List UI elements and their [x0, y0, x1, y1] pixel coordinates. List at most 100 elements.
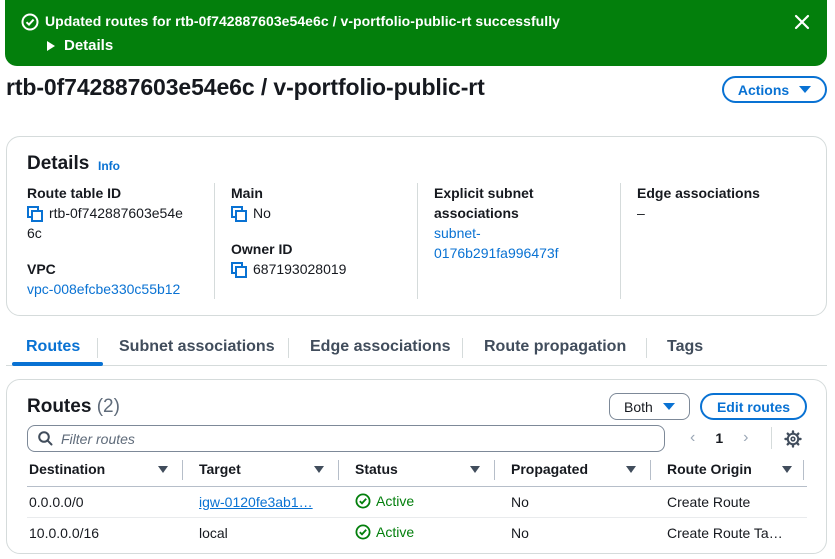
main-value: No [253, 205, 271, 221]
tab-divider [462, 338, 463, 358]
sort-icon[interactable] [158, 466, 168, 473]
column-header-propagated[interactable]: Propagated [511, 461, 588, 477]
edge-associations-label: Edge associations [637, 185, 760, 201]
cell-propagated: No [511, 494, 529, 510]
copy-icon[interactable] [231, 206, 247, 222]
vpc-label: VPC [27, 261, 56, 277]
search-icon [38, 431, 53, 446]
details-column-route-table: Route table ID rtb-0f742887603e54e 6c VP… [27, 183, 217, 299]
edge-associations-value: – [637, 205, 645, 221]
column-resizer[interactable] [182, 460, 183, 480]
cell-propagated: No [511, 525, 529, 541]
actions-button[interactable]: Actions [722, 76, 827, 103]
details-panel: Details Info Route table ID rtb-0f742887… [6, 136, 827, 316]
vpc-link[interactable]: vpc-008efcbe330c55b12 [27, 279, 217, 299]
gear-icon[interactable] [784, 430, 802, 448]
tab-routes[interactable]: Routes [26, 338, 80, 356]
row-divider [27, 517, 807, 518]
column-header-destination[interactable]: Destination [29, 461, 105, 477]
tab-divider [97, 338, 98, 358]
flash-details-toggle[interactable]: Details [47, 37, 113, 54]
status-success-icon [355, 524, 371, 540]
check-circle-icon [21, 13, 39, 31]
column-header-route-origin[interactable]: Route Origin [667, 461, 752, 477]
filter-routes-input[interactable] [61, 430, 621, 447]
route-table-id-value: rtb-0f742887603e54e [49, 205, 183, 221]
active-tab-indicator [12, 362, 103, 366]
details-column-explicit: Explicit subnet associations subnet- 017… [434, 183, 624, 263]
cell-target: local [199, 525, 228, 541]
route-filter-select-value: Both [624, 398, 653, 415]
caret-right-icon [47, 40, 55, 51]
column-header-status[interactable]: Status [355, 461, 398, 477]
edit-routes-button[interactable]: Edit routes [700, 393, 807, 420]
owner-id-row: 687193028019 [231, 259, 421, 279]
explicit-subnet-label: Explicit subnet [434, 185, 534, 201]
tab-divider [288, 338, 289, 358]
copy-icon[interactable] [231, 262, 247, 278]
page-title: rtb-0f742887603e54e6c / v-portfolio-publ… [6, 74, 485, 100]
chevron-right-icon[interactable]: › [743, 429, 748, 447]
route-table-id-row: rtb-0f742887603e54e 6c [27, 203, 217, 243]
cell-route-origin: Create Route Ta… [667, 525, 783, 541]
details-column-edge: Edge associations – [637, 183, 827, 223]
page-number[interactable]: 1 [715, 430, 723, 446]
routes-title: Routes [27, 396, 92, 417]
cell-status: Active [355, 493, 414, 509]
subnet-link[interactable]: subnet- [434, 223, 624, 243]
column-divider [214, 183, 215, 299]
details-heading: Details [27, 153, 90, 174]
route-filter-select[interactable]: Both [609, 393, 690, 420]
tab-divider [646, 338, 647, 358]
cell-target-link[interactable]: igw-0120fe3ab1… [199, 494, 313, 510]
routes-table-header: Destination Target Status Propagated Rou… [27, 459, 807, 483]
success-flash-banner: Updated routes for rtb-0f742887603e54e6c… [5, 0, 827, 66]
chevron-left-icon[interactable]: ‹ [690, 429, 695, 447]
filter-routes-field[interactable] [27, 425, 665, 452]
flash-details-label: Details [64, 37, 114, 54]
tab-tags[interactable]: Tags [667, 338, 703, 356]
caret-down-icon [663, 403, 675, 410]
owner-id-value: 687193028019 [253, 261, 347, 277]
pagination: ‹ 1 › [690, 429, 748, 447]
actions-button-label: Actions [737, 81, 790, 98]
details-column-main: Main No Owner ID 687193028019 [231, 183, 421, 279]
cell-destination: 10.0.0.0/16 [29, 525, 100, 541]
cell-status: Active [355, 524, 414, 540]
routes-count: (2) [96, 396, 120, 417]
column-resizer[interactable] [803, 460, 804, 480]
main-row: No [231, 203, 421, 223]
copy-icon[interactable] [27, 206, 43, 222]
caret-down-icon [799, 86, 812, 93]
info-link[interactable]: Info [98, 159, 120, 173]
sort-icon[interactable] [782, 466, 792, 473]
cell-destination: 0.0.0.0/0 [29, 494, 84, 510]
table-header-divider [27, 486, 807, 487]
tab-route-propagation[interactable]: Route propagation [484, 338, 626, 356]
explicit-subnet-label-cont: associations [434, 205, 519, 221]
column-header-target[interactable]: Target [199, 461, 241, 477]
route-table-id-label: Route table ID [27, 185, 122, 201]
column-divider [417, 183, 418, 299]
column-divider [620, 183, 621, 299]
tab-subnet-associations[interactable]: Subnet associations [119, 338, 275, 356]
close-icon[interactable] [792, 12, 812, 32]
column-resizer[interactable] [650, 460, 651, 480]
flash-message: Updated routes for rtb-0f742887603e54e6c… [45, 13, 560, 29]
sort-icon[interactable] [626, 466, 636, 473]
status-success-icon [355, 493, 371, 509]
pagination-divider [771, 427, 772, 449]
routes-panel: Routes (2) Both Edit routes ‹ 1 › Destin… [6, 379, 827, 554]
routes-heading: Routes (2) [27, 396, 120, 418]
cell-route-origin: Create Route [667, 494, 751, 510]
column-resizer[interactable] [494, 460, 495, 480]
subnet-link-cont[interactable]: 0176b291fa996473f [434, 243, 624, 263]
status-text: Active [376, 524, 415, 540]
status-text: Active [376, 493, 415, 509]
sort-icon[interactable] [314, 466, 324, 473]
column-resizer[interactable] [338, 460, 339, 480]
main-label: Main [231, 185, 263, 201]
sort-icon[interactable] [470, 466, 480, 473]
tab-edge-associations[interactable]: Edge associations [310, 338, 451, 356]
route-table-id-value-cont: 6c [27, 225, 42, 241]
